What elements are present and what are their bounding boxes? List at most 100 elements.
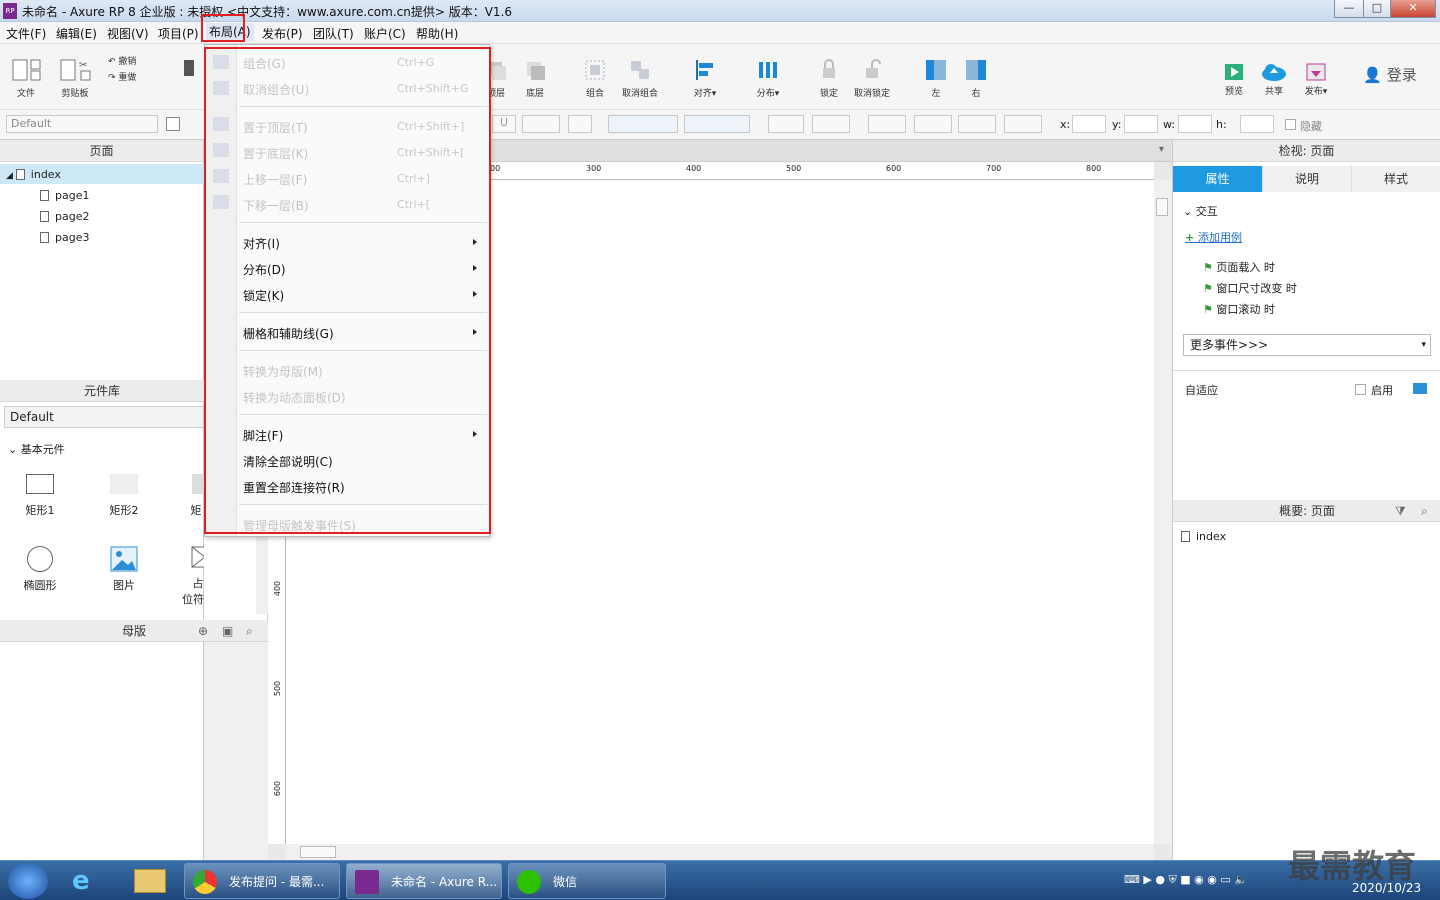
more-events-select[interactable]: 更多事件>>> ▾ <box>1183 334 1431 356</box>
adaptive-enable-checkbox[interactable] <box>1355 384 1366 395</box>
menu-edit[interactable]: 编辑(E) <box>56 25 97 42</box>
style-edit-icon[interactable] <box>166 117 180 131</box>
tab-notes[interactable]: 说明 <box>1263 166 1352 192</box>
folder-icon[interactable] <box>134 869 166 893</box>
horizontal-scrollbar[interactable] <box>286 844 1154 860</box>
h-input[interactable] <box>1240 115 1274 133</box>
shadow-select[interactable] <box>812 115 850 133</box>
unlock-button[interactable]: 取消锁定 <box>852 58 892 99</box>
event-page-load[interactable]: ⚑ 页面载入 时 <box>1203 259 1275 275</box>
style-select[interactable]: Default <box>6 115 158 133</box>
interaction-section[interactable]: ⌄ 交互 <box>1183 203 1218 219</box>
library-select[interactable]: Default <box>4 406 204 428</box>
publish-button[interactable]: 发布▾ <box>1298 62 1334 97</box>
left-panel-toggle[interactable]: 左 <box>922 58 950 99</box>
bottom-layer-button[interactable]: 底层 <box>520 58 550 99</box>
minimize-button[interactable]: — <box>1334 0 1364 18</box>
tab-properties[interactable]: 属性 <box>1173 166 1263 192</box>
tab-dropdown-icon[interactable]: ▾ <box>1159 144 1164 155</box>
distribute-button[interactable]: 分布▾ <box>750 58 786 99</box>
x-input[interactable] <box>1072 115 1106 133</box>
filter-icon[interactable]: ⧩ <box>1395 500 1406 522</box>
underline-button[interactable]: U <box>492 115 516 133</box>
start-button-icon[interactable] <box>8 863 48 899</box>
unlock-icon <box>866 59 881 78</box>
widget-placeholder[interactable]: 占位符 <box>182 546 219 607</box>
vertical-scroll-thumb[interactable] <box>1156 198 1168 216</box>
axure-icon <box>355 870 379 894</box>
wechat-tray-icon[interactable]: ● <box>1155 873 1168 886</box>
line-color-select[interactable] <box>868 115 906 133</box>
adaptive-settings-icon[interactable] <box>1413 383 1427 394</box>
menu-team[interactable]: 团队(T) <box>313 25 354 42</box>
select-mode-tool[interactable] <box>178 58 200 86</box>
arrow-style-select[interactable] <box>1004 115 1042 133</box>
tree-item-page2[interactable]: page2 <box>40 210 89 223</box>
tree-item-index[interactable]: ◢ index <box>6 168 61 181</box>
menu-help[interactable]: 帮助(H) <box>416 25 458 42</box>
widget-rect1[interactable]: 矩形1 <box>20 474 60 518</box>
font-color-select[interactable] <box>522 115 560 133</box>
y-input[interactable] <box>1124 115 1158 133</box>
hidden-checkbox[interactable] <box>1285 119 1296 130</box>
volume-icon[interactable]: 🔈 <box>1234 873 1248 886</box>
keyboard-icon[interactable]: ⌨ <box>1124 873 1143 886</box>
line-width-select[interactable] <box>914 115 952 133</box>
ie-icon[interactable]: e <box>72 867 102 895</box>
layout-menu-highlight <box>201 14 245 42</box>
vertical-align-group[interactable] <box>684 115 750 133</box>
event-window-resize[interactable]: ⚑ 窗口尺寸改变 时 <box>1203 280 1297 296</box>
add-master-icon[interactable]: ⊕ <box>198 620 208 642</box>
w-input[interactable] <box>1178 115 1212 133</box>
tab-style[interactable]: 样式 <box>1352 166 1440 192</box>
search-icon[interactable]: ⌕ <box>246 620 253 642</box>
tree-item-page3[interactable]: page3 <box>40 231 89 244</box>
search-icon[interactable]: ⌕ <box>1421 500 1428 522</box>
task-wechat[interactable]: 微信 <box>508 863 666 899</box>
login-button[interactable]: 👤 登录 <box>1362 64 1418 85</box>
qq-icon[interactable]: ◉ <box>1207 873 1220 886</box>
task-chrome[interactable]: 发布提问 - 最需... <box>184 863 340 899</box>
text-align-group[interactable] <box>608 115 678 133</box>
clipboard-tool[interactable]: ✂ 剪贴板 <box>54 58 96 99</box>
outline-item-index[interactable]: index <box>1181 530 1226 543</box>
qq-icon[interactable]: ◉ <box>1194 873 1207 886</box>
menu-file[interactable]: 文件(F) <box>6 25 46 42</box>
widget-rect3[interactable]: 矩 <box>188 474 204 518</box>
widget-rect2[interactable]: 矩形2 <box>104 474 144 518</box>
divider <box>1173 370 1440 371</box>
lock-button[interactable]: 锁定 <box>814 58 844 99</box>
tree-item-page1[interactable]: page1 <box>40 189 89 202</box>
add-case-link[interactable]: + 添加用例 <box>1185 229 1242 245</box>
basic-widgets-section[interactable]: ⌄ 基本元件 <box>8 441 65 457</box>
redo-button[interactable]: ↷ 重做 <box>108 70 152 83</box>
ungroup-button[interactable]: 取消组合 <box>618 58 662 99</box>
preview-button[interactable]: 预览 <box>1220 62 1248 97</box>
nvidia-icon[interactable]: ■ <box>1180 873 1194 886</box>
file-tool[interactable]: 文件 <box>6 58 46 99</box>
media-icon[interactable]: ▶ <box>1143 873 1155 886</box>
list-button[interactable] <box>568 115 592 133</box>
menu-account[interactable]: 账户(C) <box>364 25 406 42</box>
line-pattern-select[interactable] <box>958 115 996 133</box>
shield-icon[interactable]: ⛨ <box>1168 873 1180 886</box>
menu-view[interactable]: 视图(V) <box>107 25 149 42</box>
vertical-scrollbar[interactable] <box>1154 180 1172 844</box>
network-icon[interactable]: ▭ <box>1220 873 1234 886</box>
task-axure[interactable]: 未命名 - Axure R... <box>346 863 502 899</box>
share-button[interactable]: 共享 <box>1258 62 1290 97</box>
group-button[interactable]: 组合 <box>580 58 610 99</box>
undo-button[interactable]: ↶ 撤销 <box>108 54 152 67</box>
maximize-button[interactable]: □ <box>1363 0 1391 18</box>
menu-publish[interactable]: 发布(P) <box>262 25 303 42</box>
fill-color-select[interactable] <box>768 115 804 133</box>
close-button[interactable]: ✕ <box>1390 0 1436 18</box>
horizontal-scroll-thumb[interactable] <box>300 846 336 858</box>
align-button[interactable]: 对齐▾ <box>688 58 722 99</box>
widget-ellipse[interactable]: 椭圆形 <box>20 546 60 593</box>
menu-project[interactable]: 项目(P) <box>158 25 199 42</box>
add-folder-icon[interactable]: ▣ <box>222 620 233 642</box>
widget-image[interactable]: 图片 <box>104 546 144 593</box>
event-window-scroll[interactable]: ⚑ 窗口滚动 时 <box>1203 301 1275 317</box>
right-panel-toggle[interactable]: 右 <box>962 58 990 99</box>
